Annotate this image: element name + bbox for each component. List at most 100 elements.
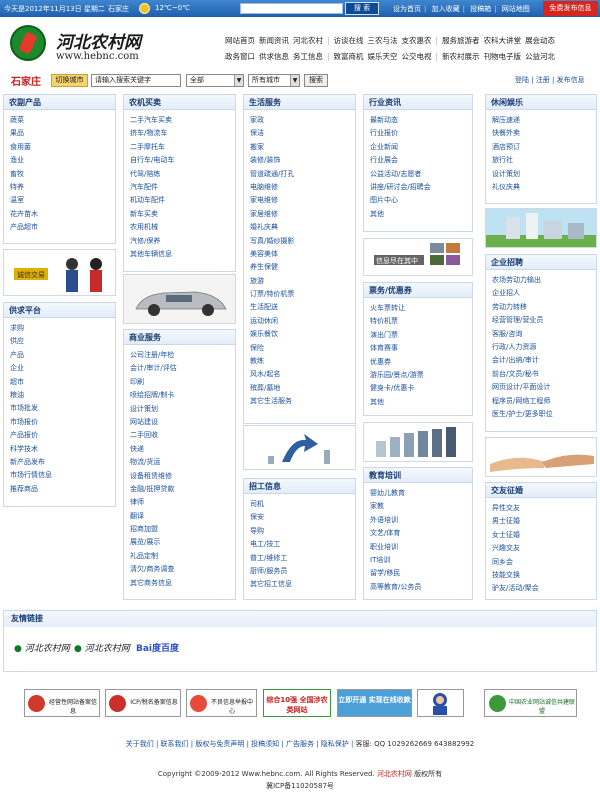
list-item[interactable]: 挤车/物流车 bbox=[130, 127, 235, 140]
nav-item[interactable]: 公交电视 bbox=[402, 52, 432, 61]
list-item[interactable]: 讲座/研讨会/招聘会 bbox=[370, 181, 472, 194]
list-item[interactable]: 异性交友 bbox=[492, 502, 596, 515]
list-item[interactable]: 招商加盟 bbox=[130, 523, 235, 536]
free-publish-button[interactable]: 免费发布信息 bbox=[543, 1, 598, 16]
nav-item[interactable]: 河北农村 bbox=[293, 36, 323, 45]
list-item[interactable]: 保险 bbox=[250, 342, 355, 355]
list-item[interactable]: 企业招人 bbox=[492, 287, 596, 300]
nav-item[interactable]: 展会动态 bbox=[525, 36, 555, 45]
nav-item[interactable]: 新闻资讯 bbox=[259, 36, 289, 45]
list-item[interactable]: 搬家 bbox=[250, 141, 355, 154]
footer-link[interactable]: 关于我们 bbox=[126, 740, 154, 748]
list-item[interactable]: 保洁 bbox=[250, 127, 355, 140]
list-item[interactable]: IT培训 bbox=[370, 554, 472, 567]
tickets-section-title[interactable]: 票务/优惠券 bbox=[364, 283, 472, 298]
list-item[interactable]: 养生保健 bbox=[250, 261, 355, 274]
list-item[interactable]: 普工/维修工 bbox=[250, 552, 355, 565]
nav-item[interactable]: 服务旅游者 bbox=[442, 36, 480, 45]
dating-section-title[interactable]: 交友征婚 bbox=[486, 483, 596, 498]
list-item[interactable]: 网页设计/平面设计 bbox=[492, 381, 596, 394]
list-item[interactable]: 二手摩托车 bbox=[130, 141, 235, 154]
footer-link[interactable]: 广告服务 bbox=[286, 740, 314, 748]
friend-logo-baidu[interactable]: Bai度百度 bbox=[136, 641, 179, 663]
list-item[interactable]: 职业培训 bbox=[370, 541, 472, 554]
nav-item[interactable]: 三农与法 bbox=[368, 36, 398, 45]
list-item[interactable]: 网站建设 bbox=[130, 416, 235, 429]
cert-business-record[interactable]: 经营性网站备案信息 bbox=[24, 689, 100, 717]
nav-item[interactable]: 娱乐天空 bbox=[368, 52, 398, 61]
list-item[interactable]: 农用机械 bbox=[130, 221, 235, 234]
recruit-section-title[interactable]: 招工信息 bbox=[244, 479, 355, 494]
agri-section-title[interactable]: 农副产品 bbox=[4, 95, 115, 110]
nav-item[interactable]: 农科大讲堂 bbox=[484, 36, 522, 45]
car-ad-image[interactable] bbox=[123, 274, 236, 324]
cert-agri-alliance[interactable]: 中国农业网站诚信共建联盟 bbox=[484, 689, 577, 717]
nav-item[interactable]: 支农惠农 bbox=[402, 36, 432, 45]
friend-logo-2[interactable]: ● 河北农村网 bbox=[74, 641, 130, 663]
list-item[interactable]: 高等教育/公务员 bbox=[370, 581, 472, 594]
list-item[interactable]: 装修/装饰 bbox=[250, 154, 355, 167]
list-item[interactable]: 粮油 bbox=[10, 389, 115, 402]
list-item[interactable]: 产品报价 bbox=[10, 429, 115, 442]
list-item[interactable]: 体育赛事 bbox=[370, 342, 472, 355]
leisure-section-title[interactable]: 休闲娱乐 bbox=[486, 95, 596, 110]
nav-item[interactable]: 供求信息 bbox=[259, 52, 289, 61]
sitemap-link[interactable]: 网站地图 bbox=[502, 5, 530, 13]
nav-item[interactable]: 致富商机 bbox=[334, 52, 364, 61]
footer-link[interactable]: 联系我们 bbox=[161, 740, 189, 748]
list-item[interactable]: 特养 bbox=[10, 181, 115, 194]
list-item[interactable]: 电脑维修 bbox=[250, 181, 355, 194]
list-item[interactable]: 设计策划 bbox=[130, 403, 235, 416]
list-item[interactable]: 机动车配件 bbox=[130, 194, 235, 207]
list-item[interactable]: 物流/货运 bbox=[130, 456, 235, 469]
list-item[interactable]: 行业报价 bbox=[370, 127, 472, 140]
list-item[interactable]: 男士征婚 bbox=[492, 515, 596, 528]
icp-number[interactable]: 冀ICP备11020587号 bbox=[0, 781, 600, 791]
list-item[interactable]: 企业 bbox=[10, 362, 115, 375]
list-item[interactable]: 行政/人力资源 bbox=[492, 341, 596, 354]
list-item[interactable]: 公益活动/志愿者 bbox=[370, 168, 472, 181]
cert-online-payment[interactable]: 立即开通 实现在线收款 bbox=[337, 689, 412, 717]
list-item[interactable]: 市场行情信息 bbox=[10, 469, 115, 482]
books-ad-image[interactable] bbox=[363, 422, 473, 462]
list-item[interactable]: 供应 bbox=[10, 335, 115, 348]
list-item[interactable]: 家电维修 bbox=[250, 194, 355, 207]
list-item[interactable]: 会计/出纳/审计 bbox=[492, 354, 596, 367]
list-item[interactable]: 自行车/电动车 bbox=[130, 154, 235, 167]
list-item[interactable]: 快递 bbox=[130, 443, 235, 456]
nav-item[interactable]: 网站首页 bbox=[225, 36, 255, 45]
list-item[interactable]: 婚礼庆典 bbox=[250, 221, 355, 234]
list-item[interactable]: 其它招工信息 bbox=[250, 578, 355, 591]
nav-item[interactable]: 务工信息 bbox=[293, 52, 323, 61]
list-item[interactable]: 酒店预订 bbox=[492, 141, 596, 154]
top-search-input[interactable] bbox=[240, 3, 343, 14]
tickets-ad-image[interactable]: 信息尽在其中 bbox=[363, 238, 473, 276]
list-item[interactable]: 最新动态 bbox=[370, 114, 472, 127]
list-item[interactable]: 保安 bbox=[250, 511, 355, 524]
list-item[interactable]: 企业新闻 bbox=[370, 141, 472, 154]
supply-section-title[interactable]: 供求平台 bbox=[4, 303, 115, 318]
nav-item[interactable]: 访谈在线 bbox=[334, 36, 364, 45]
list-item[interactable]: 家教 bbox=[370, 500, 472, 513]
cert-report-center[interactable]: 不良信息举报中心 bbox=[186, 689, 257, 717]
list-item[interactable]: 食用菌 bbox=[10, 141, 115, 154]
list-item[interactable]: 农场劳动力输出 bbox=[492, 274, 596, 287]
switch-city-button[interactable]: 切换城市 bbox=[51, 74, 88, 87]
list-item[interactable]: 印刷 bbox=[130, 376, 235, 389]
list-item[interactable]: 其它商务信息 bbox=[130, 577, 235, 590]
nav-item[interactable]: 新农村展示 bbox=[442, 52, 480, 61]
leisure-ad-image[interactable] bbox=[485, 208, 597, 248]
keyword-search-input[interactable]: 请输入搜索关键字 bbox=[91, 74, 181, 87]
list-item[interactable]: 公司注册/年检 bbox=[130, 349, 235, 362]
list-item[interactable]: 新车买卖 bbox=[130, 208, 235, 221]
list-item[interactable]: 行业展会 bbox=[370, 154, 472, 167]
list-item[interactable]: 旅游 bbox=[250, 275, 355, 288]
list-item[interactable]: 图片中心 bbox=[370, 194, 472, 207]
list-item[interactable]: 驴友/活动/聚会 bbox=[492, 582, 596, 595]
footer-link[interactable]: 版权与免责声明 bbox=[195, 740, 244, 748]
list-item[interactable]: 特价机票 bbox=[370, 315, 472, 328]
list-item[interactable]: 运动休闲 bbox=[250, 315, 355, 328]
list-item[interactable]: 喷绘招牌/制卡 bbox=[130, 389, 235, 402]
site-logo-icon[interactable] bbox=[10, 25, 46, 61]
submission-link[interactable]: 投稿箱 bbox=[470, 5, 491, 13]
